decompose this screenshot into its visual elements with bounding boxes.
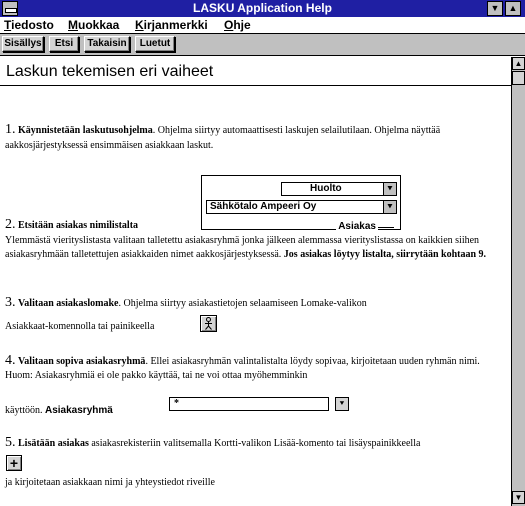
customer-group-input[interactable]: * <box>169 397 329 411</box>
menu-tiedosto-label: iedosto <box>11 18 54 32</box>
step-2-heading: 2. Etsitään asiakas nimilistalta <box>5 217 205 233</box>
step-5-title: Lisätään asiakas <box>18 438 89 449</box>
person-form-icon[interactable] <box>200 315 217 332</box>
title-bar[interactable]: LASKU Application Help ▼ ▲ <box>0 0 525 17</box>
step-4-text2: käyttöön. <box>5 405 43 416</box>
menu-muokkaa[interactable]: Muokkaa <box>68 18 119 32</box>
step-2-number: 2. <box>5 217 16 232</box>
customer-name-value: Sähkötalo Ampeeri Oy <box>210 201 317 212</box>
step-3-text2: Asiakkaat-komennolla tai painikeella <box>5 321 155 332</box>
customer-group-combo[interactable]: Huolto ⯆ <box>281 182 397 196</box>
step-5-text: asiakasrekisteriin valitsemalla Kortti-v… <box>88 438 421 449</box>
step-5: 5. Lisätään asiakas asiakasrekisteriin v… <box>5 435 510 451</box>
step-4: 4. Valitaan sopiva asiakasryhmä. Ellei a… <box>5 354 510 383</box>
step-3-number: 3. <box>5 295 16 310</box>
search-button[interactable]: Etsi <box>49 36 79 52</box>
step-5-line2: ja kirjoitetaan asiakkaan nimi ja yhteys… <box>5 475 510 490</box>
minimize-button[interactable]: ▼ <box>487 1 503 16</box>
dropdown-arrow-icon[interactable]: ⯆ <box>335 397 349 411</box>
title-divider <box>0 85 511 86</box>
person-form-glyph <box>205 317 212 330</box>
page-title: Laskun tekemisen eri vaiheet <box>6 63 214 80</box>
step-1: 1. Käynnistetään laskutusohjelma. Ohjelm… <box>5 122 510 153</box>
step-2-emphasis: Jos asiakas löytyy listalta, siirrytään … <box>283 249 487 260</box>
step-5-number: 5. <box>5 435 16 450</box>
plus-icon[interactable]: + <box>6 455 22 471</box>
back-button[interactable]: Takaisin <box>84 36 130 52</box>
step-4-title: Valitaan sopiva asiakasryhmä <box>18 356 146 367</box>
step-4-number: 4. <box>5 353 16 368</box>
menu-kirjanmerkki-accel: K <box>135 18 144 32</box>
button-bar: Sisällys Etsi Takaisin Luetut <box>0 34 525 56</box>
menu-kirjanmerkki[interactable]: Kirjanmerkki <box>135 18 208 32</box>
menu-kirjanmerkki-label: irjanmerkki <box>143 18 208 32</box>
scroll-down-icon[interactable]: ▼ <box>512 491 525 504</box>
step-3-title: Valitaan asiakaslomake <box>18 298 119 309</box>
contents-button[interactable]: Sisällys <box>2 36 44 52</box>
menu-muokkaa-label: uokkaa <box>78 18 120 32</box>
customer-selector-box: Huolto ⯆ Sähkötalo Ampeeri Oy ⯆ Asiakas <box>201 175 401 232</box>
customer-group-value: Huolto <box>310 183 342 194</box>
window-title: LASKU Application Help <box>193 1 332 15</box>
dropdown-arrow-icon[interactable]: ⯆ <box>383 201 396 213</box>
history-button[interactable]: Luetut <box>135 36 175 52</box>
help-content: Laskun tekemisen eri vaiheet 1. Käynnist… <box>0 57 511 506</box>
scroll-up-icon[interactable]: ▲ <box>512 57 525 70</box>
step-2-body: Ylemmästä vierityslistasta valitaan tall… <box>5 234 510 262</box>
dropdown-arrow-icon[interactable]: ⯆ <box>383 183 396 195</box>
menu-ohje-label: hje <box>233 18 251 32</box>
step-3-text: . Ohjelma siirtyy asiakastietojen selaam… <box>118 298 367 309</box>
step-1-number: 1. <box>5 122 16 137</box>
maximize-button[interactable]: ▲ <box>505 1 521 16</box>
step-2-title: Etsitään asiakas nimilistalta <box>18 220 139 231</box>
vertical-scrollbar[interactable]: ▲ ▼ <box>511 57 525 506</box>
customer-group-input-value: * <box>174 398 179 409</box>
step-3-line2: Asiakkaat-komennolla tai painikeella <box>5 319 510 334</box>
step-5-text2: ja kirjoitetaan asiakkaan nimi ja yhteys… <box>5 477 215 488</box>
customer-box-label: Asiakas <box>336 221 378 232</box>
menu-tiedosto[interactable]: Tiedosto <box>4 18 54 32</box>
step-3: 3. Valitaan asiakaslomake. Ohjelma siirt… <box>5 295 510 311</box>
menu-bar: Tiedosto Muokkaa Kirjanmerkki Ohje <box>0 17 525 34</box>
box-label-line <box>376 227 394 228</box>
customer-group-field-label: Asiakasryhmä <box>45 405 113 416</box>
menu-ohje-accel: O <box>224 18 234 32</box>
customer-name-combo[interactable]: Sähkötalo Ampeeri Oy ⯆ <box>206 200 397 214</box>
menu-muokkaa-accel: M <box>68 18 78 32</box>
step-1-title: Käynnistetään laskutusohjelma <box>18 125 153 136</box>
scroll-thumb[interactable] <box>512 71 525 85</box>
help-window: LASKU Application Help ▼ ▲ Tiedosto Muok… <box>0 0 525 506</box>
menu-ohje[interactable]: Ohje <box>224 18 251 32</box>
